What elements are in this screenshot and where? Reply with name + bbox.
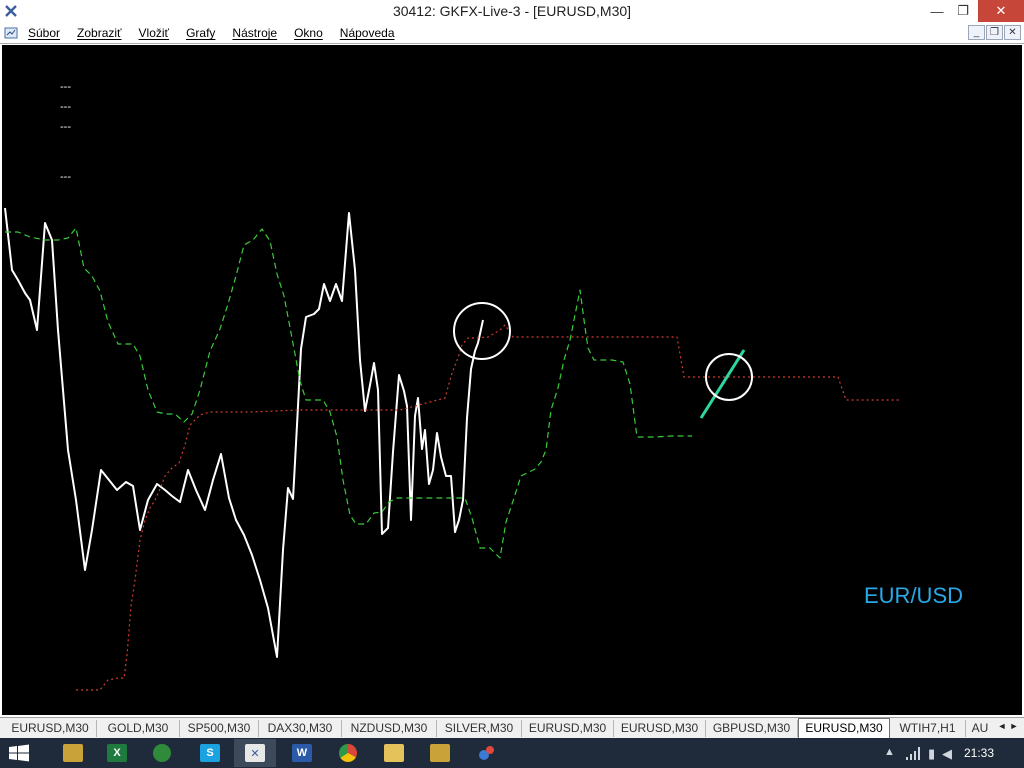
chart-minimize-button[interactable]: _ — [968, 25, 985, 40]
level-label-2: --- — [60, 101, 71, 113]
chart-tab-bar: EURUSD,M30 GOLD,M30 SP500,M30 DAX30,M30 … — [0, 717, 1024, 738]
app-window-icon — [430, 744, 450, 762]
tab-scroll-right-icon[interactable]: ► — [1008, 721, 1020, 731]
tab-nzdusd-m30[interactable]: NZDUSD,M30 — [342, 720, 437, 737]
menu-insert[interactable]: Vložiť — [139, 26, 170, 40]
folder-icon — [384, 744, 404, 762]
skype-icon: S — [200, 744, 220, 762]
taskbar-mt-green[interactable] — [141, 739, 183, 767]
tab-eurusd-m30-2[interactable]: EURUSD,M30 — [522, 720, 614, 737]
chart-restore-button[interactable]: ❐ — [986, 25, 1003, 40]
chart-canvas[interactable]: --- --- --- --- — [2, 45, 1022, 715]
taskbar-app-dots[interactable] — [466, 739, 508, 767]
circle-marker-1[interactable] — [453, 302, 511, 360]
level-label-4: --- — [60, 171, 71, 183]
maximize-button[interactable]: ❐ — [948, 0, 978, 22]
taskbar-metatrader[interactable]: ✕ — [234, 739, 276, 767]
title-bar: 30412: GKFX-Live-3 - [EURUSD,M30] — ❐ ✕ — [0, 0, 1024, 24]
price-line — [4, 207, 484, 658]
tab-wtih7-h1[interactable]: WTIH7,H1 — [890, 720, 966, 737]
tab-silver-m30[interactable]: SILVER,M30 — [437, 720, 522, 737]
battery-icon[interactable]: ▮ — [928, 746, 935, 762]
chrome-icon — [339, 744, 357, 762]
tab-eurusd-m30-3[interactable]: EURUSD,M30 — [614, 720, 706, 737]
signal-icon[interactable] — [906, 747, 922, 760]
red-dotted-line — [76, 324, 900, 691]
menu-window[interactable]: Okno — [294, 26, 323, 40]
tab-gold-m30[interactable]: GOLD,M30 — [97, 720, 180, 737]
clock: 21:33 — [964, 746, 995, 760]
metatrader-icon: ✕ — [245, 744, 265, 762]
volume-icon[interactable]: ◀ — [942, 746, 952, 762]
excel-icon: X — [107, 744, 127, 762]
mt-green-icon — [153, 744, 171, 762]
level-label-1: --- — [60, 81, 71, 93]
chart-window-icon[interactable] — [4, 26, 18, 40]
tab-sp500-m30[interactable]: SP500,M30 — [180, 720, 259, 737]
green-dashed-line — [5, 227, 692, 559]
word-icon: W — [292, 744, 312, 762]
menu-charts[interactable]: Grafy — [186, 26, 215, 40]
tray-expand-icon[interactable]: ▲ — [884, 746, 895, 758]
menu-view[interactable]: Zobraziť — [77, 26, 122, 40]
menu-bar: Súbor Zobraziť Vložiť Grafy Nástroje Okn… — [0, 24, 1024, 43]
menu-tools[interactable]: Nástroje — [232, 26, 277, 40]
tab-scroll-left-icon[interactable]: ◄ — [996, 721, 1008, 731]
close-button[interactable]: ✕ — [978, 0, 1024, 22]
tab-dax30-m30[interactable]: DAX30,M30 — [259, 720, 342, 737]
tab-eurusd-m30-1[interactable]: EURUSD,M30 — [4, 720, 97, 737]
taskbar-app-generic[interactable] — [52, 739, 94, 767]
dots-icon — [477, 744, 497, 762]
level-label-3: --- — [60, 121, 71, 133]
taskbar-excel[interactable]: X — [96, 739, 138, 767]
menu-help[interactable]: Nápoveda — [340, 26, 395, 40]
taskbar-skype[interactable]: S — [189, 739, 231, 767]
symbol-label: EUR/USD — [864, 583, 964, 608]
taskbar-chrome[interactable] — [327, 739, 369, 767]
window-title: 30412: GKFX-Live-3 - [EURUSD,M30] — [392, 3, 632, 19]
tab-gbpusd-m30[interactable]: GBPUSD,M30 — [706, 720, 798, 737]
taskbar-word[interactable]: W — [281, 739, 323, 767]
app-window-icon — [63, 744, 83, 762]
taskbar-explorer[interactable] — [373, 739, 415, 767]
start-button[interactable] — [8, 744, 30, 762]
taskbar-app-2[interactable] — [419, 739, 461, 767]
tab-eurusd-m30-active[interactable]: EURUSD,M30 — [798, 718, 890, 738]
chart-close-button[interactable]: ✕ — [1004, 25, 1021, 40]
price-chart[interactable]: --- --- --- --- — [2, 45, 1022, 715]
menu-file[interactable]: Súbor — [28, 26, 60, 40]
taskbar: X S ✕ W ▲ ▮ ◀ 21:33 — [0, 738, 1024, 768]
tab-au-partial[interactable]: AU — [966, 720, 994, 737]
